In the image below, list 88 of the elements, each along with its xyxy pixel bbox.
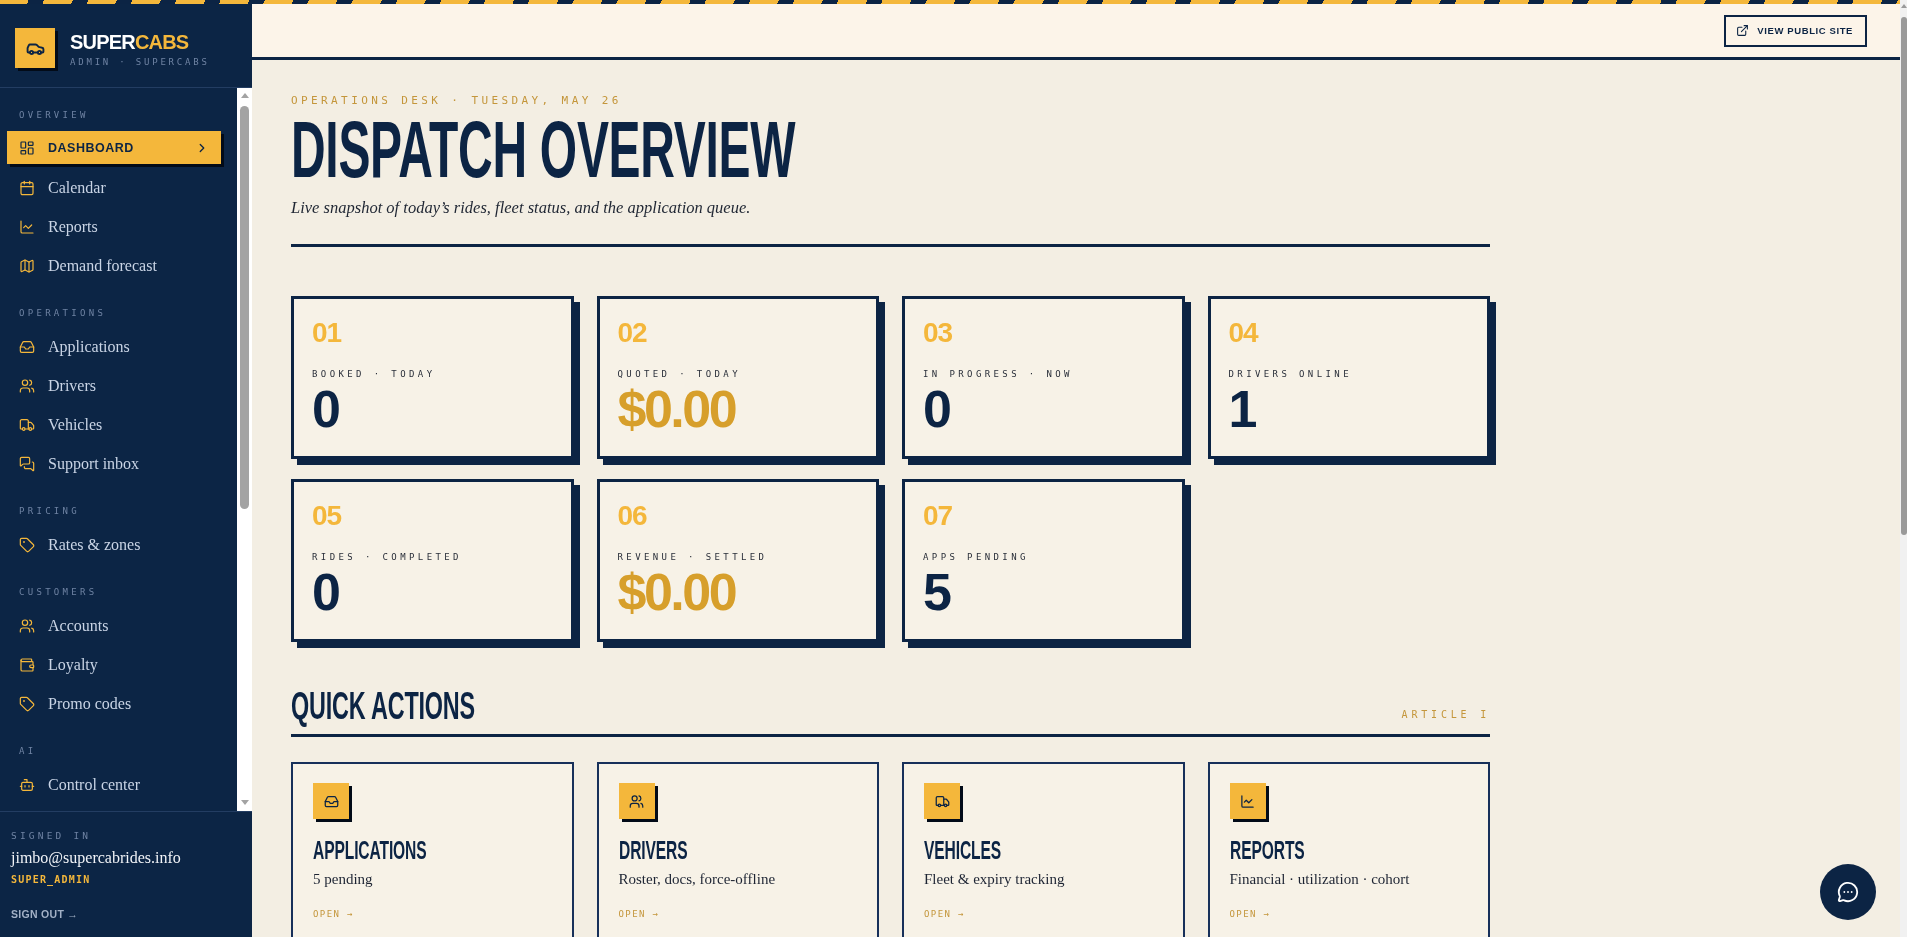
nav-item[interactable]: Demand forecast <box>7 248 224 284</box>
page-title: DISPATCH OVERVIEW <box>291 110 796 190</box>
quick-action-card[interactable]: REPORTS Financial · utilization · cohort OPEN → <box>1207 762 1490 937</box>
stat-label: RIDES · COMPLETED <box>312 551 462 563</box>
brand-wordmark: SUPERCABS <box>70 32 190 52</box>
nav-item[interactable]: Loyalty <box>7 647 224 683</box>
nav-item[interactable]: Drivers <box>7 368 224 404</box>
nav-section-label: OPERATIONS <box>19 307 107 320</box>
quick-action-card[interactable]: VEHICLES Fleet & expiry tracking OPEN → <box>902 762 1185 937</box>
stat-label: REVENUE · SETTLED <box>617 551 768 563</box>
robot-icon <box>19 777 35 793</box>
stat-value: $0.00 <box>617 566 736 618</box>
map-icon <box>19 258 35 274</box>
nav-section-label: CUSTOMERS <box>19 586 98 599</box>
scrollbar[interactable] <box>237 88 252 811</box>
nav-section-label: AI <box>19 745 37 758</box>
wallet-icon <box>19 657 35 673</box>
quick-action-card[interactable]: APPLICATIONS 5 pending OPEN → <box>291 762 574 937</box>
stat-number: 06 <box>617 502 647 530</box>
nav-item[interactable]: Applications <box>7 329 224 365</box>
nav-item[interactable]: Accounts <box>7 608 224 644</box>
users-icon <box>19 618 35 634</box>
card-description: Roster, docs, force-offline <box>618 870 776 889</box>
user-email: jimbo@supercabrides.info <box>11 848 181 868</box>
stat-label: DRIVERS ONLINE <box>1228 368 1352 380</box>
view-public-site-button[interactable]: VIEW PUBLIC SITE <box>1724 14 1867 47</box>
nav-item[interactable]: Promo codes <box>7 686 224 722</box>
user-role: SUPER_ADMIN <box>11 874 91 886</box>
stat-value: 0 <box>312 383 339 435</box>
chat-icon <box>1837 881 1859 903</box>
stat-label: BOOKED · TODAY <box>312 368 436 380</box>
inbox-icon <box>19 339 35 355</box>
tag-icon <box>19 537 35 553</box>
stat-value: 0 <box>923 383 950 435</box>
scrollbar[interactable] <box>1900 0 1907 937</box>
calendar-icon <box>19 180 35 196</box>
truck-icon <box>924 783 963 822</box>
card-title: VEHICLES <box>924 837 1002 863</box>
truck-icon <box>19 417 35 433</box>
line-chart-icon <box>1229 783 1269 822</box>
nav-item[interactable]: Rates & zones <box>7 527 224 563</box>
card-title: APPLICATIONS <box>313 837 427 863</box>
sign-out-button[interactable]: SIGN OUT → <box>11 908 79 920</box>
stat-label: QUOTED · TODAY <box>617 368 741 380</box>
external-link-icon <box>1736 24 1750 37</box>
users-icon <box>19 378 35 394</box>
brand-subtitle: ADMIN · SUPERCABS <box>70 56 210 68</box>
page-eyebrow: OPERATIONS DESK · TUESDAY, MAY 26 <box>291 94 622 108</box>
stat-number: 01 <box>312 319 342 347</box>
stat-value: $0.00 <box>617 383 736 435</box>
card-title: REPORTS <box>1229 837 1305 863</box>
section-tag: ARTICLE I <box>1401 709 1490 721</box>
scrollbar-thumb[interactable] <box>240 106 249 509</box>
chat-bubbles-icon <box>19 456 35 472</box>
stat-value: 0 <box>312 566 339 618</box>
nav-item[interactable]: DASHBOARD <box>7 131 224 167</box>
card-description: Financial · utilization · cohort <box>1229 870 1410 889</box>
signed-in-label: SIGNED IN <box>11 830 92 842</box>
tag-icon <box>19 696 35 712</box>
card-description: Fleet & expiry tracking <box>924 870 1065 889</box>
stat-value: 5 <box>923 566 950 618</box>
card-title: DRIVERS <box>618 837 687 863</box>
stat-value: 1 <box>1228 383 1255 435</box>
nav-section-label: PRICING <box>19 505 81 518</box>
nav-item[interactable]: Calendar <box>7 170 224 206</box>
scrollbar-thumb[interactable] <box>1900 17 1907 535</box>
page-subtitle: Live snapshot of today’s rides, fleet status, and the application queue. <box>291 198 751 218</box>
inbox-icon <box>313 783 352 822</box>
stat-number: 03 <box>923 319 953 347</box>
nav-item[interactable]: Control center <box>7 767 224 803</box>
stat-label: IN PROGRESS · NOW <box>923 368 1073 380</box>
nav-item[interactable]: Reports <box>7 209 224 245</box>
quick-action-card[interactable]: DRIVERS Roster, docs, force-offline OPEN → <box>596 762 879 937</box>
section-heading: QUICK ACTIONS <box>291 686 475 725</box>
card-description: 5 pending <box>313 870 373 889</box>
stat-label: APPS PENDING <box>923 551 1029 563</box>
users-icon <box>618 783 658 822</box>
scroll-up-icon[interactable] <box>1900 4 1907 8</box>
grid-icon <box>19 139 35 156</box>
nav-item[interactable]: Support inbox <box>7 446 224 482</box>
nav-section-label: OVERVIEW <box>19 109 89 122</box>
stat-number: 05 <box>312 502 342 530</box>
stat-number: 07 <box>923 502 953 530</box>
stat-number: 04 <box>1228 319 1258 347</box>
line-chart-icon <box>19 219 35 235</box>
nav-item[interactable]: Vehicles <box>7 407 224 443</box>
car-icon <box>15 28 58 71</box>
stat-number: 02 <box>617 319 647 347</box>
